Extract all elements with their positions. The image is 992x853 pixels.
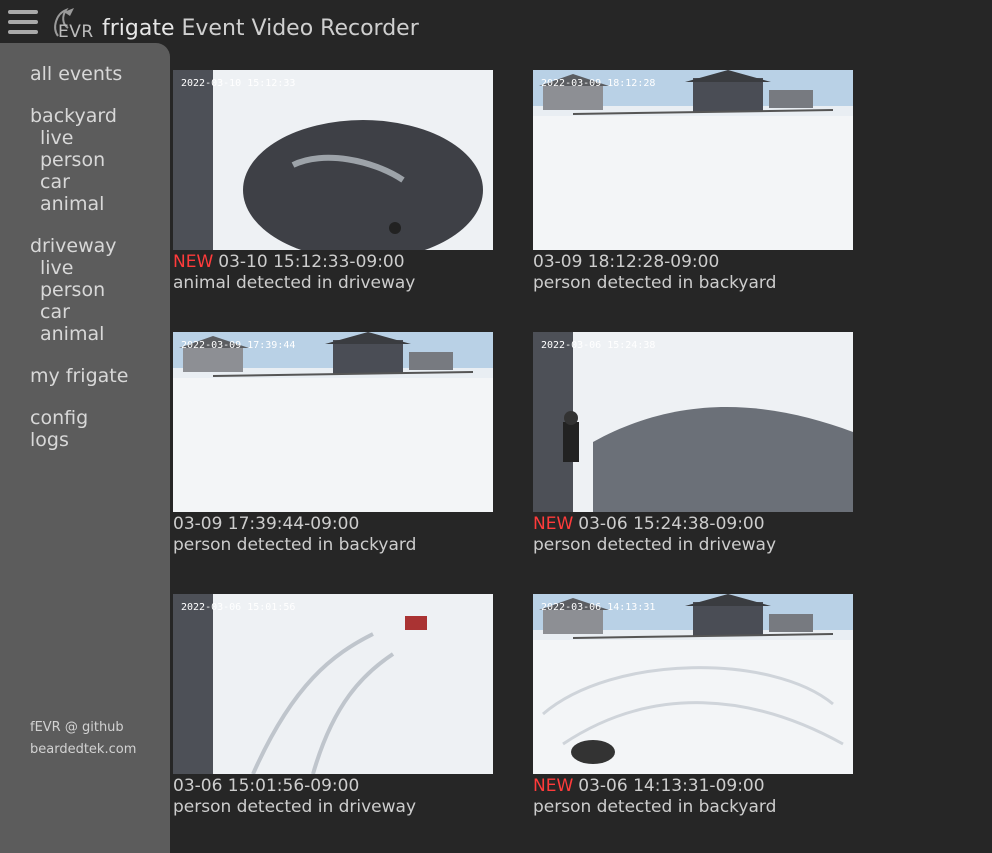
event-time-line: NEW 03-06 14:13:31-09:00 [533, 776, 853, 797]
nav-camera-driveway[interactable]: driveway [30, 235, 128, 257]
sidebar: all events backyard live person car anim… [0, 43, 170, 853]
event-thumbnail[interactable]: 2022-03-06 15:01:56 [173, 594, 493, 774]
event-thumbnail[interactable]: 2022-03-10 15:12:33 [173, 70, 493, 250]
event-description: person detected in backyard [533, 273, 777, 293]
nav-driveway-animal[interactable]: animal [30, 323, 128, 345]
event-description: person detected in driveway [533, 535, 777, 555]
event-description: person detected in backyard [173, 535, 417, 555]
event-meta: 03-09 17:39:44-09:00 person detected in b… [173, 514, 493, 556]
footer-site-link[interactable]: beardedtek.com [30, 739, 136, 761]
event-card[interactable]: 2022-03-10 15:12:33 NEW 03-10 15:12:33-09:… [173, 70, 493, 294]
nav-backyard-animal[interactable]: animal [30, 193, 128, 215]
new-badge: NEW [533, 776, 574, 796]
title-brand: frigate [102, 16, 175, 41]
event-timestamp: 03-06 14:13:31-09:00 [578, 776, 765, 796]
event-card[interactable]: 2022-03-06 15:24:38 NEW 03-06 15:24:38-09:… [533, 332, 853, 556]
event-card[interactable]: 2022-03-06 14:13:31 NEW 03-06 14:13:31-09:… [533, 594, 853, 818]
event-timestamp: 03-06 15:24:38-09:00 [578, 514, 765, 534]
nav-all-events[interactable]: all events [30, 63, 128, 85]
event-timestamp: 03-10 15:12:33-09:00 [218, 252, 405, 272]
event-time-line: 03-09 18:12:28-09:00 [533, 252, 853, 273]
event-time-line: NEW 03-06 15:24:38-09:00 [533, 514, 853, 535]
event-meta: 03-09 18:12:28-09:00 person detected in b… [533, 252, 853, 294]
event-meta: NEW 03-06 14:13:31-09:00 person detected i… [533, 776, 853, 818]
event-thumbnail[interactable]: 2022-03-09 17:39:44 [173, 332, 493, 512]
event-description: animal detected in driveway [173, 273, 416, 293]
svg-text:2022-03-06 15:01:56: 2022-03-06 15:01:56 [181, 602, 295, 613]
nav-driveway-live[interactable]: live [30, 257, 128, 279]
svg-text:2022-03-10 15:12:33: 2022-03-10 15:12:33 [181, 78, 295, 89]
page-title: frigate Event Video Recorder [102, 16, 419, 41]
event-timestamp: 03-09 18:12:28-09:00 [533, 252, 720, 272]
title-rest: Event Video Recorder [181, 16, 419, 41]
event-meta: NEW 03-06 15:24:38-09:00 person detected i… [533, 514, 853, 556]
sidebar-nav: all events backyard live person car anim… [30, 63, 128, 451]
nav-driveway-person[interactable]: person [30, 279, 128, 301]
event-thumbnail[interactable]: 2022-03-06 14:13:31 [533, 594, 853, 774]
svg-text:2022-03-06 14:13:31: 2022-03-06 14:13:31 [541, 602, 655, 613]
sidebar-footer: fEVR @ github beardedtek.com [30, 717, 136, 761]
event-time-line: 03-06 15:01:56-09:00 [173, 776, 493, 797]
event-description: person detected in backyard [533, 797, 777, 817]
nav-camera-backyard[interactable]: backyard [30, 105, 128, 127]
event-card[interactable]: 2022-03-09 17:39:44 03-09 17:39:44-09:00 p… [173, 332, 493, 556]
nav-my-frigate[interactable]: my frigate [30, 365, 128, 387]
event-card[interactable]: 2022-03-06 15:01:56 03-06 15:01:56-09:00 p… [173, 594, 493, 818]
nav-driveway-car[interactable]: car [30, 301, 128, 323]
new-badge: NEW [533, 514, 574, 534]
hamburger-menu-icon[interactable] [8, 10, 38, 36]
logo-text: EVR [58, 22, 94, 42]
nav-config[interactable]: config [30, 407, 128, 429]
nav-logs[interactable]: logs [30, 429, 128, 451]
event-meta: NEW 03-10 15:12:33-09:00 animal detected i… [173, 252, 493, 294]
new-badge: NEW [173, 252, 214, 272]
event-time-line: 03-09 17:39:44-09:00 [173, 514, 493, 535]
event-thumbnail[interactable]: 2022-03-06 15:24:38 [533, 332, 853, 512]
svg-text:2022-03-09 17:39:44: 2022-03-09 17:39:44 [181, 340, 295, 351]
event-description: person detected in driveway [173, 797, 417, 817]
svg-text:2022-03-06 15:24:38: 2022-03-06 15:24:38 [541, 340, 655, 351]
event-thumbnail[interactable]: 2022-03-09 18:12:28 [533, 70, 853, 250]
footer-github-link[interactable]: fEVR @ github [30, 717, 136, 739]
svg-text:2022-03-09 18:12:28: 2022-03-09 18:12:28 [541, 78, 655, 89]
event-card[interactable]: 2022-03-09 18:12:28 03-09 18:12:28-09:00 p… [533, 70, 853, 294]
event-time-line: NEW 03-10 15:12:33-09:00 [173, 252, 493, 273]
event-timestamp: 03-06 15:01:56-09:00 [173, 776, 360, 796]
event-timestamp: 03-09 17:39:44-09:00 [173, 514, 360, 534]
nav-backyard-car[interactable]: car [30, 171, 128, 193]
nav-backyard-person[interactable]: person [30, 149, 128, 171]
nav-backyard-live[interactable]: live [30, 127, 128, 149]
top-bar: EVR frigate Event Video Recorder [0, 0, 992, 46]
event-meta: 03-06 15:01:56-09:00 person detected in d… [173, 776, 493, 818]
